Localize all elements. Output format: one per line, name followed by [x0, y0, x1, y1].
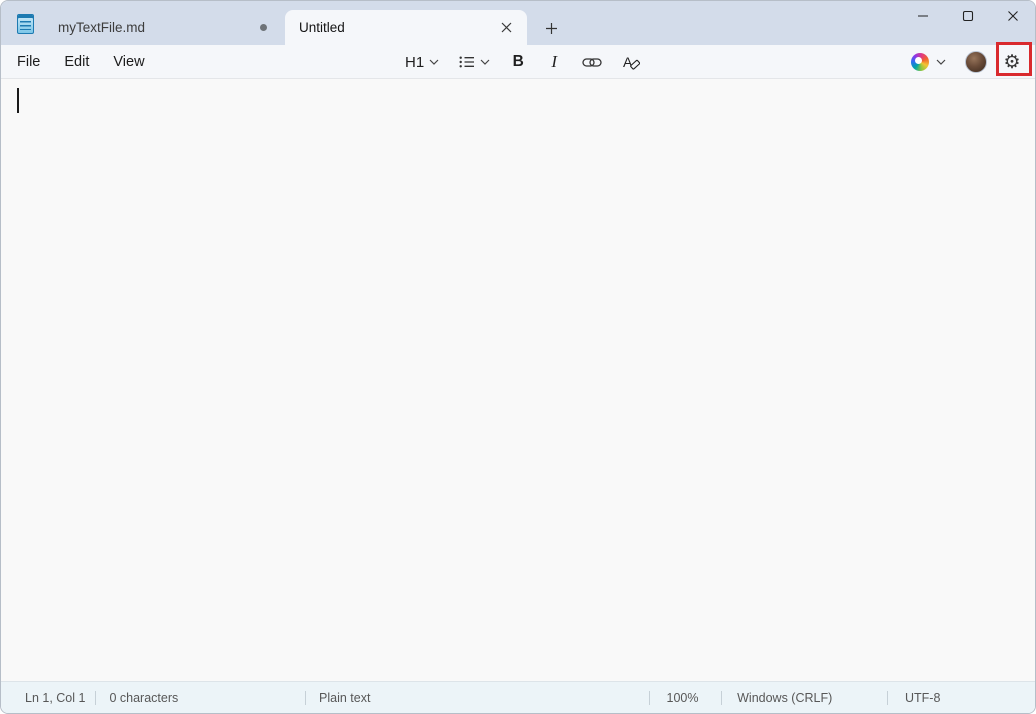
clear-formatting-button[interactable]: A — [616, 48, 646, 76]
heading-label: H1 — [405, 54, 424, 71]
account-avatar[interactable] — [965, 51, 987, 73]
text-caret — [17, 88, 19, 113]
gear-icon: ⚙ — [1003, 51, 1020, 74]
document-format-text: Plain text — [319, 691, 370, 705]
line-ending-status: Windows (CRLF) — [722, 682, 887, 713]
zoom-level-text: 100% — [667, 691, 699, 705]
close-window-button[interactable] — [990, 1, 1035, 31]
copilot-icon — [911, 53, 929, 71]
maximize-icon — [962, 10, 974, 22]
cursor-position-status: Ln 1, Col 1 — [1, 682, 95, 713]
tab-mytextfile[interactable]: myTextFile.md — [45, 10, 281, 45]
link-button[interactable] — [576, 48, 608, 76]
format-toolbar: H1 B I — [399, 45, 646, 79]
tab-close-button[interactable] — [495, 17, 517, 39]
character-count-text: 0 characters — [109, 691, 178, 705]
bold-label: B — [513, 53, 524, 71]
link-icon — [582, 56, 602, 69]
unsaved-indicator-icon — [260, 24, 267, 31]
cursor-position-text: Ln 1, Col 1 — [25, 691, 85, 705]
heading-dropdown[interactable]: H1 — [399, 48, 445, 76]
character-count-status: 0 characters — [96, 682, 305, 713]
copilot-dropdown[interactable] — [904, 48, 952, 76]
italic-button[interactable]: I — [540, 48, 568, 76]
tab-label: Untitled — [299, 20, 495, 35]
new-tab-button[interactable] — [537, 14, 565, 42]
minimize-button[interactable] — [900, 1, 945, 31]
encoding-status: UTF-8 — [888, 682, 1035, 713]
bold-button[interactable]: B — [504, 48, 532, 76]
window-controls — [900, 1, 1035, 31]
plus-icon — [545, 22, 558, 35]
minimize-icon — [917, 10, 929, 22]
menu-view[interactable]: View — [103, 49, 154, 75]
menu-edit[interactable]: Edit — [54, 49, 99, 75]
toolbar: File Edit View H1 B I — [1, 45, 1035, 79]
notepad-window: myTextFile.md Untitled File — [0, 0, 1036, 714]
close-icon — [1007, 10, 1019, 22]
italic-label: I — [551, 52, 557, 72]
tab-untitled[interactable]: Untitled — [285, 10, 527, 45]
chevron-down-icon — [936, 59, 946, 65]
list-dropdown[interactable] — [453, 48, 496, 76]
chevron-down-icon — [480, 59, 490, 65]
close-icon — [501, 22, 512, 33]
settings-button[interactable]: ⚙ — [997, 48, 1027, 76]
status-bar: Ln 1, Col 1 0 characters Plain text 100%… — [1, 681, 1035, 713]
list-icon — [459, 56, 475, 68]
menu-bar: File Edit View — [7, 45, 159, 79]
line-ending-text: Windows (CRLF) — [737, 691, 832, 705]
tab-label: myTextFile.md — [58, 20, 252, 35]
chevron-down-icon — [429, 59, 439, 65]
maximize-button[interactable] — [945, 1, 990, 31]
clear-formatting-icon: A — [622, 54, 640, 70]
notepad-app-icon — [17, 14, 34, 34]
titlebar: myTextFile.md Untitled — [1, 1, 1035, 45]
document-format-status: Plain text — [306, 682, 649, 713]
zoom-level-status: 100% — [650, 682, 722, 713]
menu-file[interactable]: File — [7, 49, 50, 75]
text-editor-area[interactable] — [1, 80, 1035, 683]
encoding-text: UTF-8 — [905, 691, 940, 705]
